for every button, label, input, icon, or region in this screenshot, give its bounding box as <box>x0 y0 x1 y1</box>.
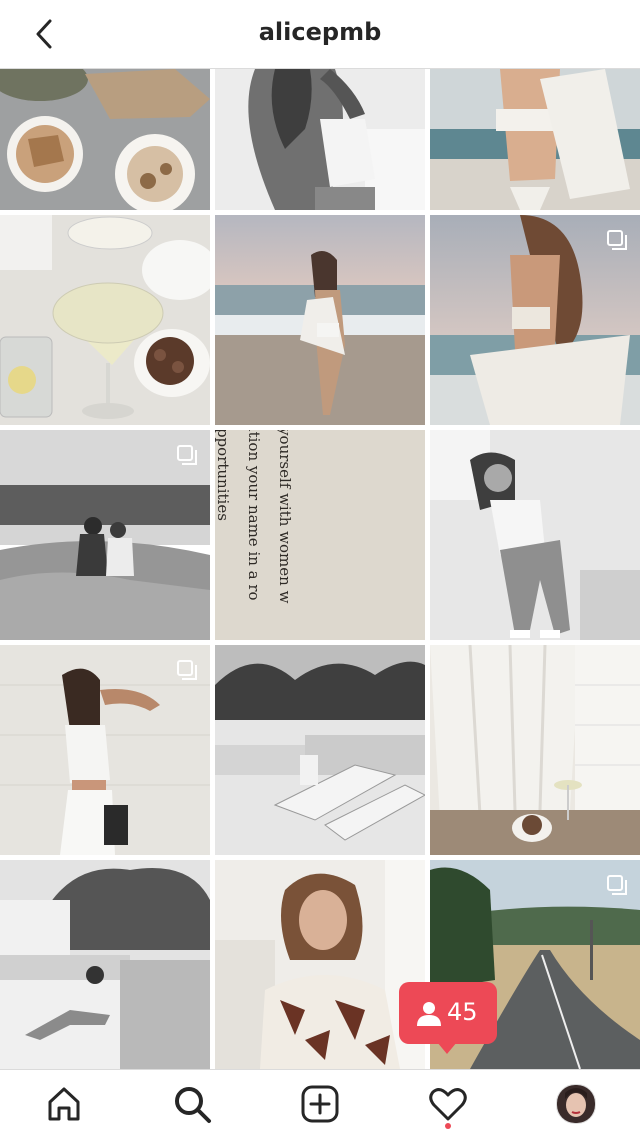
home-icon <box>48 1087 80 1121</box>
add-icon <box>301 1085 339 1123</box>
grid-post-11[interactable] <box>215 645 425 855</box>
post-image <box>215 860 425 1069</box>
grid-post-2[interactable] <box>215 69 425 210</box>
profile-username-title: alicepmb <box>258 18 382 46</box>
activity-indicator-dot <box>445 1123 451 1129</box>
post-image <box>0 215 210 425</box>
follower-count: 45 <box>447 998 478 1026</box>
grid-post-10[interactable] <box>0 645 210 855</box>
multiple-photos-icon <box>607 875 627 895</box>
book-line-2: uld mention your name in a ro <box>245 430 263 601</box>
nav-profile[interactable] <box>554 1082 598 1126</box>
nav-search[interactable] <box>170 1082 214 1126</box>
photo-grid: rround yourself with women w uld mention… <box>0 69 640 1069</box>
post-image <box>215 645 425 855</box>
post-image <box>215 69 425 210</box>
nav-new-post[interactable] <box>298 1082 342 1126</box>
grid-post-6[interactable] <box>430 215 640 425</box>
post-image <box>0 860 210 1069</box>
post-image <box>430 430 640 640</box>
book-line-1: rround yourself with women w <box>276 430 294 604</box>
grid-post-12[interactable] <box>430 645 640 855</box>
grid-post-1[interactable] <box>0 69 210 210</box>
badge-tail <box>437 1042 457 1054</box>
book-page-text: rround yourself with women w uld mention… <box>215 430 300 610</box>
post-image <box>0 69 210 210</box>
nav-home[interactable] <box>42 1082 86 1126</box>
book-line-3: full of opportunities <box>215 430 232 521</box>
profile-avatar <box>556 1084 596 1124</box>
multiple-photos-icon <box>607 230 627 250</box>
top-bar: alicepmb <box>0 0 640 69</box>
grid-post-13[interactable] <box>0 860 210 1069</box>
grid-post-3[interactable] <box>430 69 640 210</box>
grid-post-5[interactable] <box>215 215 425 425</box>
post-image <box>215 215 425 425</box>
grid-post-9[interactable] <box>430 430 640 640</box>
search-icon <box>175 1087 211 1123</box>
grid-post-14[interactable] <box>215 860 425 1069</box>
multiple-photos-icon <box>177 445 197 465</box>
multiple-photos-icon <box>177 660 197 680</box>
post-image <box>430 645 640 855</box>
post-image <box>430 69 640 210</box>
nav-activity[interactable] <box>426 1082 470 1126</box>
grid-post-4[interactable] <box>0 215 210 425</box>
grid-post-8[interactable]: rround yourself with women w uld mention… <box>215 430 425 640</box>
new-followers-badge[interactable]: 45 <box>399 982 497 1054</box>
heart-icon <box>429 1088 467 1121</box>
person-icon <box>417 1002 441 1026</box>
grid-post-7[interactable] <box>0 430 210 640</box>
bottom-nav <box>0 1069 640 1139</box>
